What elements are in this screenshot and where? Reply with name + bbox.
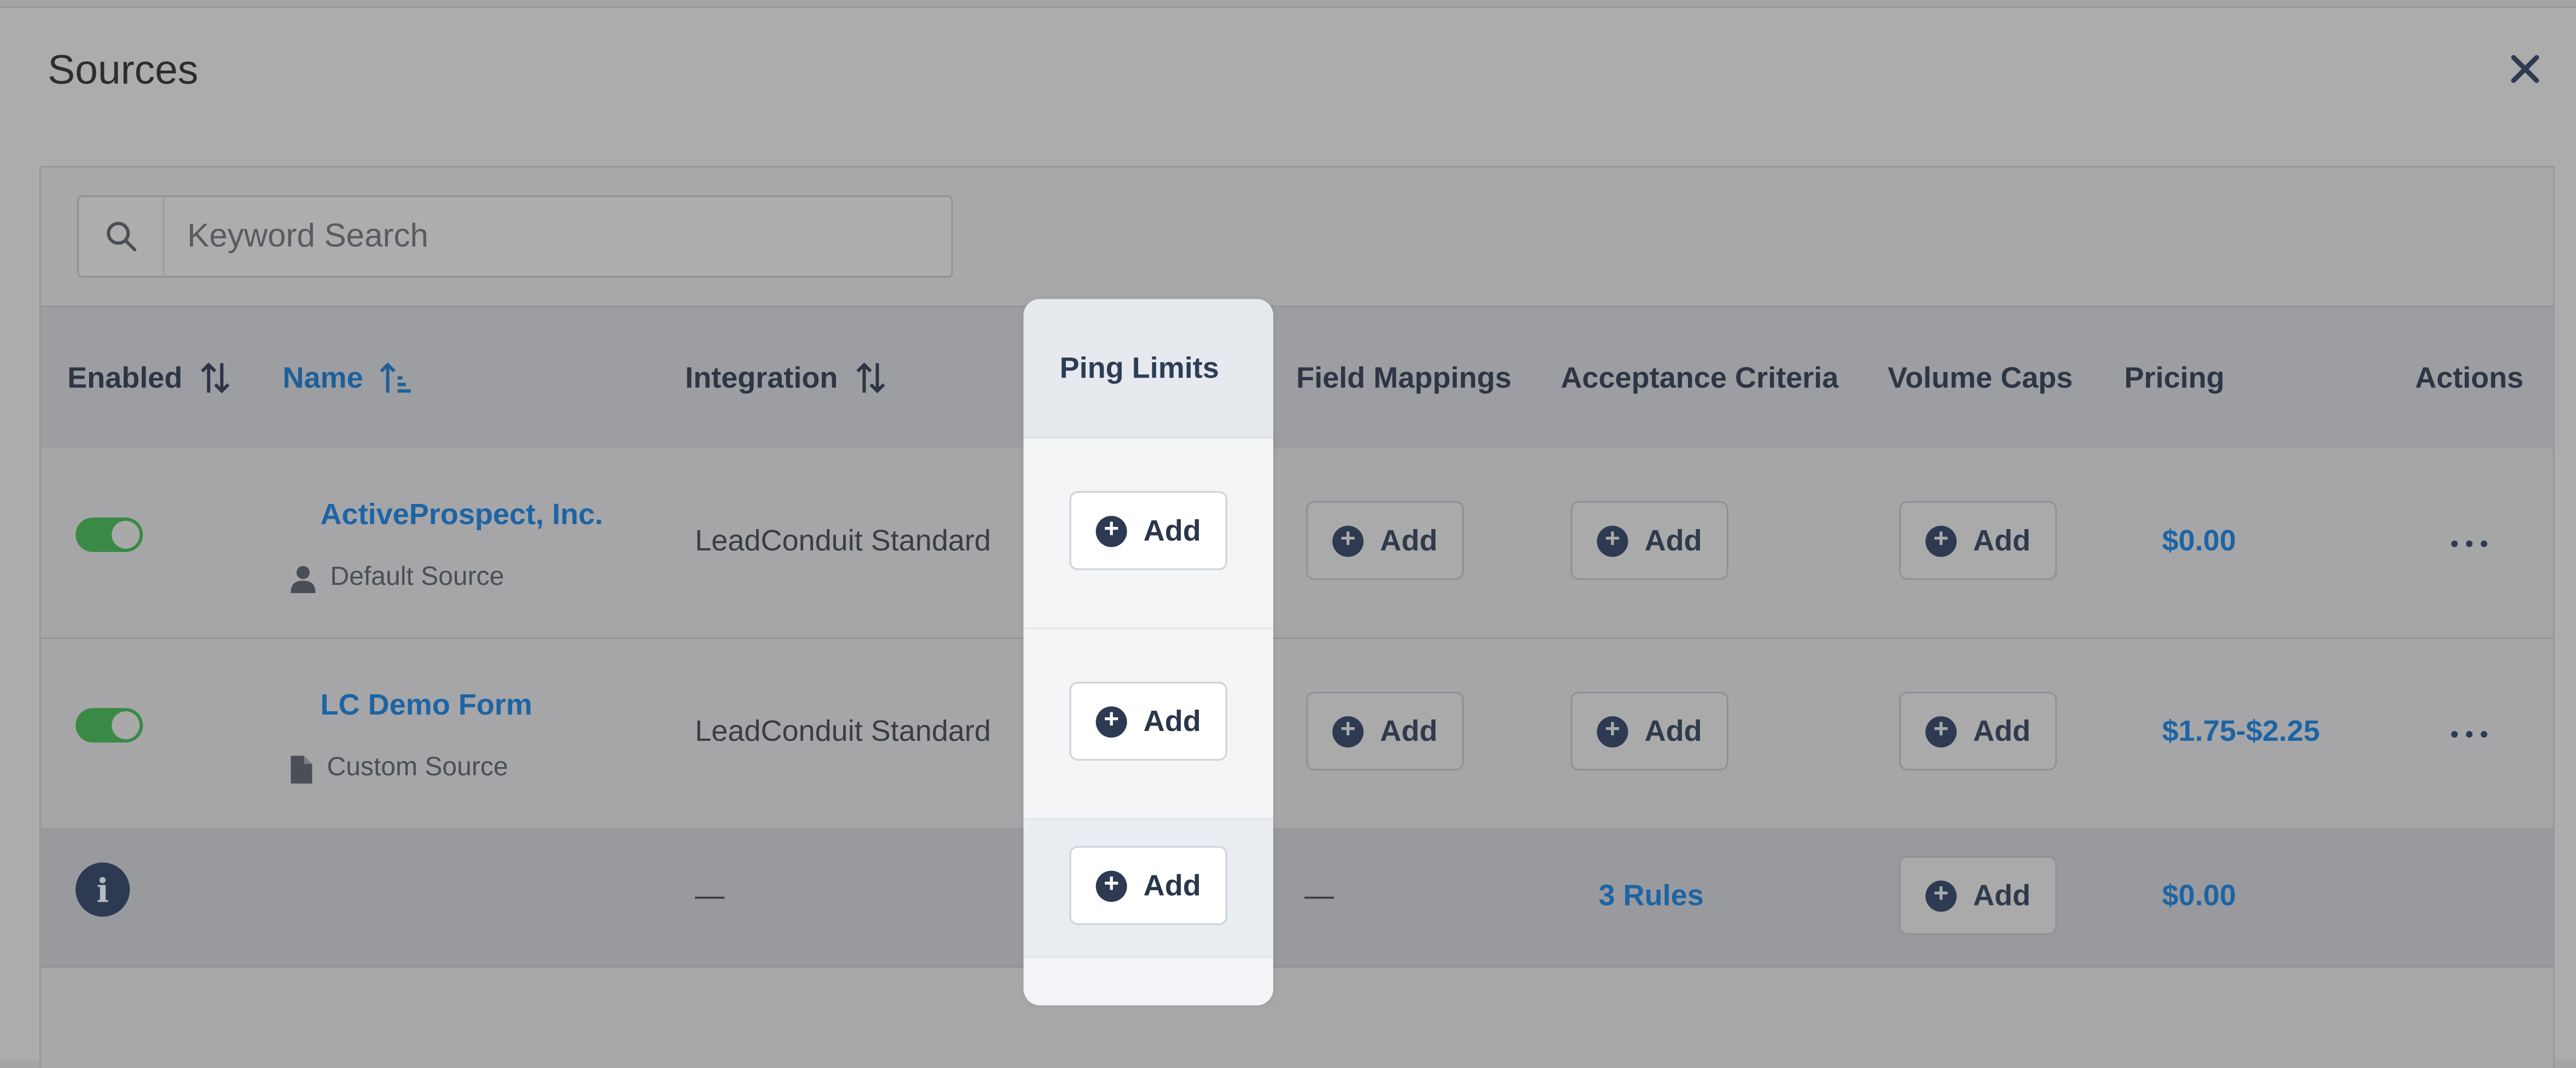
integration-text: LeadConduit Standard (695, 715, 991, 748)
column-header-acceptance-criteria: Acceptance Criteria (1560, 361, 1839, 394)
enabled-toggle[interactable] (76, 517, 143, 552)
plus-circle-icon: + (1925, 525, 1957, 556)
plus-circle-icon: + (1925, 715, 1957, 747)
more-actions-icon[interactable] (2451, 536, 2487, 552)
plus-circle-icon: + (1925, 879, 1957, 911)
pricing-link[interactable]: $0.00 (2162, 524, 2236, 559)
modal-title: Sources (48, 48, 199, 94)
source-type: Default Source (291, 564, 504, 593)
add-acceptance-criteria-button[interactable]: + Add (1570, 501, 1728, 580)
user-icon (291, 565, 316, 593)
document-icon (291, 754, 312, 783)
sort-icon[interactable] (199, 360, 231, 396)
column-header-ping-limits: Ping Limits (1023, 299, 1274, 439)
sources-modal: Sources Enabled (0, 7, 2576, 1068)
close-icon (2511, 55, 2539, 83)
ping-limits-cell: + Add (1023, 629, 1274, 820)
sources-panel: Enabled Name (39, 166, 2555, 1068)
plus-circle-icon: + (1095, 705, 1127, 737)
source-name-link[interactable]: LC Demo Form (321, 688, 532, 723)
field-mappings-text: — (1304, 879, 1335, 912)
integration-text: LeadConduit Standard (695, 524, 991, 557)
ping-limits-column-highlight: Ping Limits + Add + Add + Add (1023, 299, 1274, 1006)
screen: Sources Enabled (0, 0, 2576, 1068)
column-header-actions: Actions (2415, 361, 2524, 394)
ping-limits-cell: + Add (1023, 820, 1274, 958)
plus-circle-icon: + (1332, 715, 1364, 747)
acceptance-criteria-rules-link[interactable]: 3 Rules (1599, 879, 1704, 913)
table-row: LC Demo Form Custom Source LeadConduit S… (41, 639, 2554, 830)
ping-limits-cell: + Add (1023, 438, 1274, 629)
add-acceptance-criteria-button[interactable]: + Add (1570, 692, 1728, 771)
add-field-mapping-button[interactable]: + Add (1306, 692, 1464, 771)
add-ping-limit-button[interactable]: + Add (1069, 846, 1227, 925)
column-header-enabled[interactable]: Enabled (67, 307, 231, 448)
close-button[interactable] (2500, 44, 2550, 94)
source-type: Custom Source (291, 754, 508, 783)
add-volume-cap-button[interactable]: + Add (1899, 501, 2057, 580)
add-volume-cap-button[interactable]: + Add (1899, 692, 2057, 771)
info-icon[interactable]: i (76, 862, 130, 917)
pricing-link[interactable]: $0.00 (2162, 879, 2236, 913)
plus-circle-icon: + (1597, 715, 1628, 747)
add-field-mapping-button[interactable]: + Add (1306, 501, 1464, 580)
source-name-link[interactable]: ActiveProspect, Inc. (321, 498, 604, 532)
plus-circle-icon: + (1597, 525, 1628, 556)
search-box (77, 195, 953, 278)
table-row: i — — 3 Rules + Add $0.00 (41, 829, 2554, 968)
column-header-pricing: Pricing (2124, 361, 2225, 394)
add-ping-limit-button[interactable]: + Add (1069, 682, 1227, 761)
enabled-toggle[interactable] (76, 708, 143, 743)
integration-text: — (695, 879, 725, 912)
column-header-volume-caps: Volume Caps (1887, 361, 2073, 394)
add-ping-limit-button[interactable]: + Add (1069, 491, 1227, 570)
column-header-name[interactable]: Name (282, 307, 412, 448)
sort-icon[interactable] (854, 360, 887, 396)
plus-circle-icon: + (1332, 525, 1364, 556)
column-header-field-mappings: Field Mappings (1296, 361, 1512, 394)
plus-circle-icon: + (1095, 869, 1127, 901)
table-header: Enabled Name Integration Field Mappings … (41, 305, 2554, 450)
table-row: ActiveProspect, Inc. Default Source Lead… (41, 448, 2554, 640)
search-input[interactable] (164, 197, 952, 276)
pricing-link[interactable]: $1.75-$2.25 (2162, 715, 2320, 749)
search-icon (79, 197, 165, 276)
sort-ascending-icon[interactable] (380, 360, 413, 396)
column-header-integration[interactable]: Integration (685, 307, 887, 448)
plus-circle-icon: + (1095, 515, 1127, 547)
more-actions-icon[interactable] (2451, 726, 2487, 742)
add-volume-cap-button[interactable]: + Add (1899, 856, 2057, 935)
